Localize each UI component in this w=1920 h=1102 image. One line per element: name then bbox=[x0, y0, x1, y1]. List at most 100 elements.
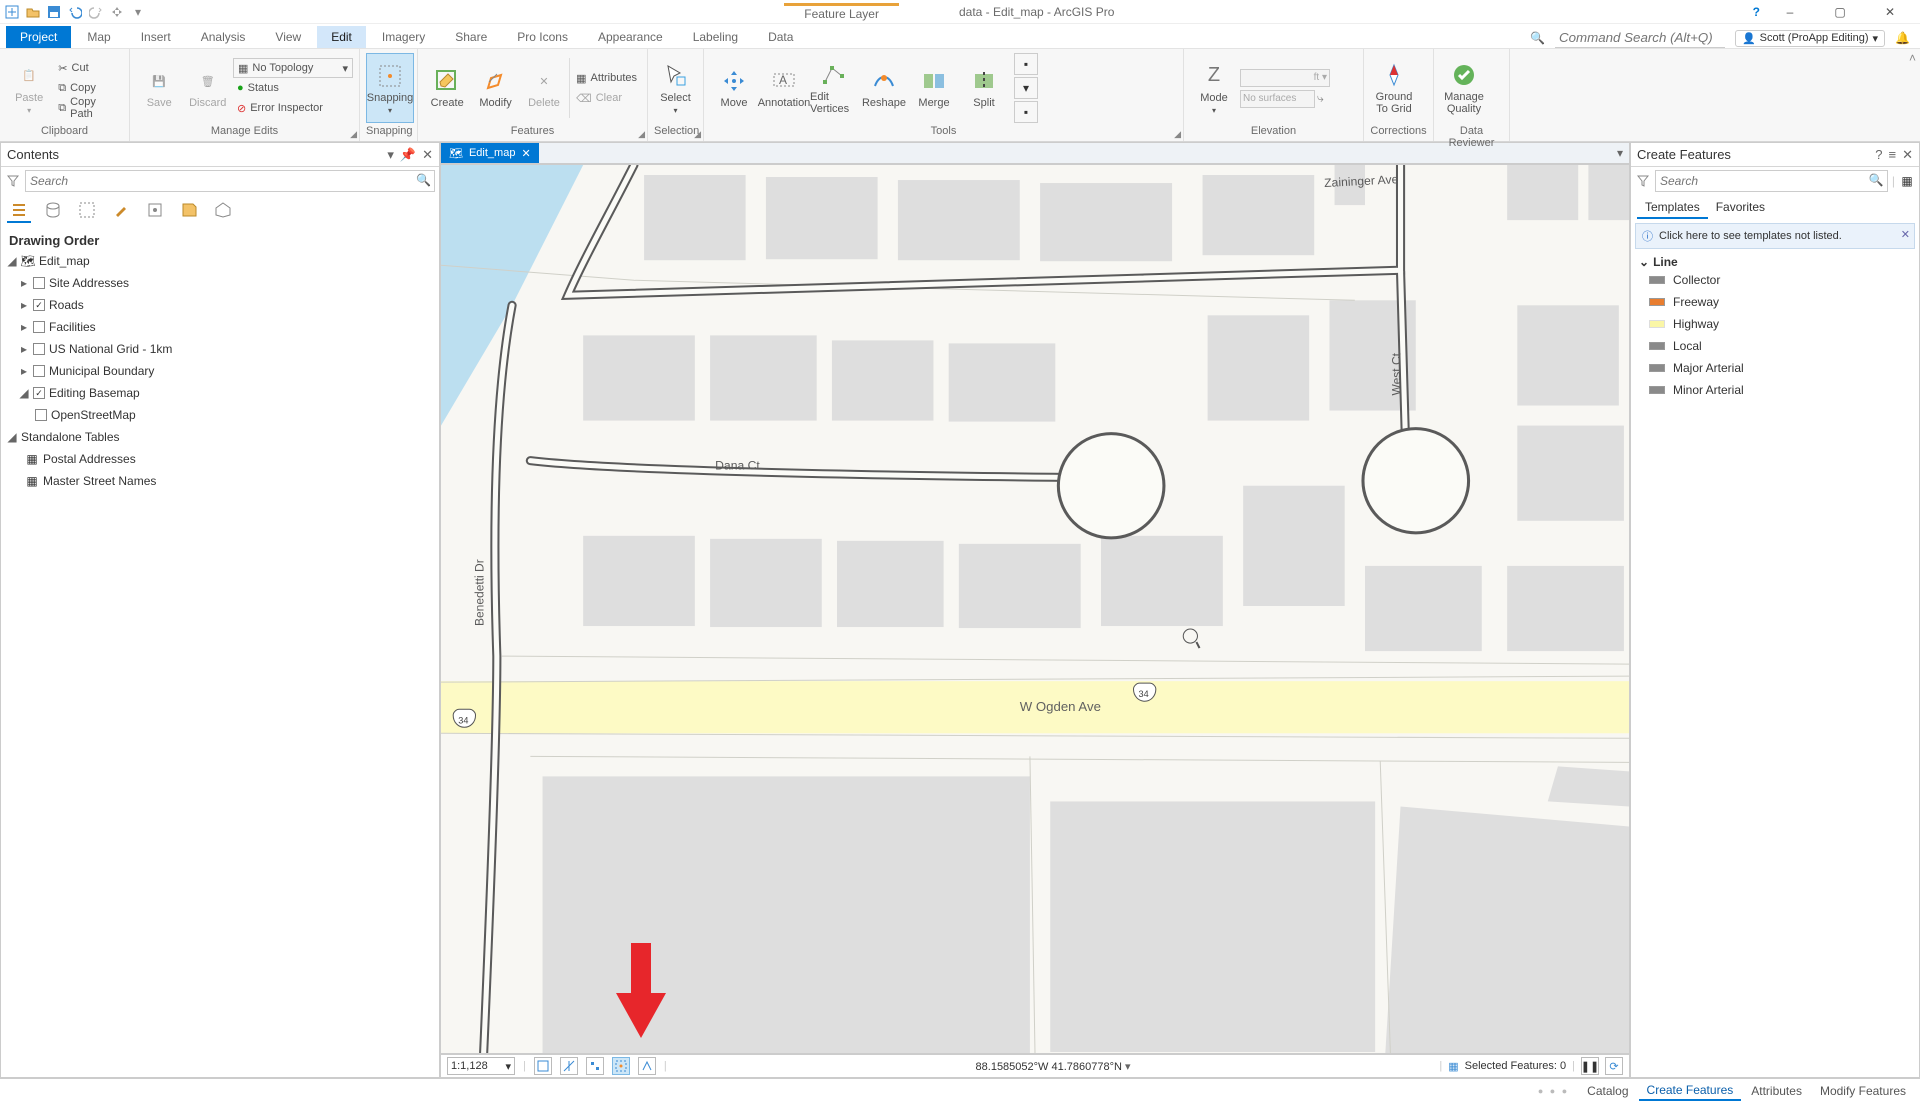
tab-project[interactable]: Project bbox=[6, 26, 71, 48]
tools-row2[interactable]: ▾ bbox=[1014, 77, 1038, 99]
get-z-icon[interactable]: ⤷ bbox=[1317, 91, 1324, 106]
template-local[interactable]: Local bbox=[1639, 335, 1911, 357]
manage-edits-launcher[interactable]: ◢ bbox=[350, 129, 357, 140]
cf-group-line[interactable]: ⌄Line bbox=[1639, 255, 1911, 269]
layer-osm[interactable]: OpenStreetMap bbox=[7, 404, 433, 426]
layer-basemap[interactable]: ◢Editing Basemap bbox=[7, 382, 433, 404]
view-menu-icon[interactable]: ▾ bbox=[1617, 146, 1629, 160]
list-by-source[interactable] bbox=[41, 199, 65, 223]
view-tab-edit-map[interactable]: 🗺 Edit_map ✕ bbox=[441, 143, 539, 163]
snap-constraint-3[interactable] bbox=[586, 1057, 604, 1075]
cf-tab-favorites[interactable]: Favorites bbox=[1708, 197, 1773, 219]
dock-tab-attributes[interactable]: Attributes bbox=[1743, 1082, 1810, 1100]
dock-tab-catalog[interactable]: Catalog bbox=[1579, 1082, 1636, 1100]
modify-features-button[interactable]: Modify bbox=[472, 53, 518, 123]
contents-dropdown[interactable]: ▾ bbox=[387, 147, 394, 163]
tools-row1[interactable]: ▪ bbox=[1014, 53, 1038, 75]
minimize-button[interactable]: – bbox=[1770, 2, 1810, 22]
attributes-button[interactable]: ▦Attributes bbox=[572, 68, 641, 88]
layer-us-grid[interactable]: ▸US National Grid - 1km bbox=[7, 338, 433, 360]
snap-constraint-1[interactable] bbox=[534, 1057, 552, 1075]
cf-info-banner[interactable]: ⓘ Click here to see templates not listed… bbox=[1635, 223, 1915, 249]
standalone-tables-node[interactable]: ◢Standalone Tables bbox=[7, 426, 433, 448]
layer-site-addresses[interactable]: ▸Site Addresses bbox=[7, 272, 433, 294]
maximize-button[interactable]: ▢ bbox=[1820, 2, 1860, 22]
snapping-status-btn[interactable] bbox=[612, 1057, 630, 1075]
notifications-icon[interactable]: 🔔 bbox=[1895, 31, 1910, 45]
filter-icon[interactable] bbox=[5, 173, 21, 189]
clear-button[interactable]: ⌫Clear bbox=[572, 88, 641, 108]
manage-quality-button[interactable]: Manage Quality bbox=[1440, 53, 1488, 123]
cf-search-go[interactable]: 🔍 bbox=[1869, 173, 1884, 187]
tools-row3[interactable]: ▪ bbox=[1014, 101, 1038, 123]
annotation-tool[interactable]: AAnnotation bbox=[760, 53, 808, 123]
error-inspector-button[interactable]: ⊘Error Inspector bbox=[233, 98, 353, 118]
edit-vertices-tool[interactable]: Edit Vertices bbox=[810, 53, 858, 123]
refresh-btn[interactable]: ⟳ bbox=[1605, 1057, 1623, 1075]
contents-close[interactable]: ✕ bbox=[422, 147, 433, 163]
dock-tab-modify[interactable]: Modify Features bbox=[1812, 1082, 1914, 1100]
close-view-tab[interactable]: ✕ bbox=[521, 147, 530, 160]
tab-view[interactable]: View bbox=[261, 26, 315, 48]
topology-dropdown[interactable]: ▦No Topology▾ bbox=[233, 58, 353, 78]
contents-autohide[interactable]: 📌 bbox=[400, 147, 416, 163]
status-button[interactable]: ●Status bbox=[233, 78, 353, 98]
split-tool[interactable]: Split bbox=[960, 53, 1008, 123]
delete-button[interactable]: ✕ Delete bbox=[521, 53, 567, 123]
customize-qat-icon[interactable]: ▾ bbox=[130, 4, 146, 20]
cf-close[interactable]: ✕ bbox=[1902, 147, 1913, 163]
cf-info-close[interactable]: ✕ bbox=[1901, 228, 1910, 241]
copy-button[interactable]: ⧉Copy bbox=[54, 78, 123, 98]
ground-to-grid-button[interactable]: Ground To Grid bbox=[1370, 53, 1418, 123]
new-project-icon[interactable] bbox=[4, 4, 20, 20]
list-by-snapping[interactable] bbox=[143, 199, 167, 223]
discard-button[interactable]: 🗑 Discard bbox=[185, 53, 232, 123]
inference-btn[interactable] bbox=[638, 1057, 656, 1075]
cut-button[interactable]: ✂Cut bbox=[54, 58, 123, 78]
selection-launcher[interactable]: ◢ bbox=[694, 129, 701, 140]
snapping-button[interactable]: Snapping ▾ bbox=[366, 53, 414, 123]
collapse-ribbon-button[interactable]: ˄ bbox=[1909, 51, 1916, 65]
close-button[interactable]: ✕ bbox=[1870, 2, 1910, 22]
layer-roads[interactable]: ▸Roads bbox=[7, 294, 433, 316]
template-freeway[interactable]: Freeway bbox=[1639, 291, 1911, 313]
template-highway[interactable]: Highway bbox=[1639, 313, 1911, 335]
tab-pro-icons[interactable]: Pro Icons bbox=[503, 26, 582, 48]
map-frame-node[interactable]: ◢🗺Edit_map bbox=[7, 250, 433, 272]
help-button[interactable]: ? bbox=[1753, 5, 1760, 19]
command-search-input[interactable] bbox=[1555, 28, 1725, 48]
search-go-icon[interactable]: 🔍 bbox=[416, 173, 431, 187]
dock-grip[interactable]: ● ● ● bbox=[1538, 1086, 1577, 1096]
cf-tab-templates[interactable]: Templates bbox=[1637, 197, 1708, 219]
cf-filter-icon[interactable] bbox=[1635, 173, 1651, 189]
layer-facilities[interactable]: ▸Facilities bbox=[7, 316, 433, 338]
snap-constraint-2[interactable] bbox=[560, 1057, 578, 1075]
redo-icon[interactable] bbox=[88, 4, 104, 20]
tab-insert[interactable]: Insert bbox=[127, 26, 185, 48]
select-button[interactable]: Select ▾ bbox=[654, 53, 697, 123]
tab-data[interactable]: Data bbox=[754, 26, 807, 48]
save-edits-button[interactable]: 💾 Save bbox=[136, 53, 183, 123]
reshape-tool[interactable]: Reshape bbox=[860, 53, 908, 123]
list-by-editing[interactable] bbox=[109, 199, 133, 223]
tab-imagery[interactable]: Imagery bbox=[368, 26, 439, 48]
tab-appearance[interactable]: Appearance bbox=[584, 26, 677, 48]
tab-analysis[interactable]: Analysis bbox=[187, 26, 260, 48]
layer-municipal[interactable]: ▸Municipal Boundary bbox=[7, 360, 433, 382]
open-project-icon[interactable] bbox=[25, 4, 41, 20]
save-icon[interactable] bbox=[46, 4, 62, 20]
tab-labeling[interactable]: Labeling bbox=[679, 26, 752, 48]
pause-drawing-btn[interactable]: ❚❚ bbox=[1581, 1057, 1599, 1075]
list-drawing-order[interactable] bbox=[7, 199, 31, 223]
tools-launcher[interactable]: ◢ bbox=[1174, 129, 1181, 140]
list-by-labeling[interactable] bbox=[177, 199, 201, 223]
mode-button[interactable]: Z Mode ▾ bbox=[1190, 53, 1238, 123]
merge-tool[interactable]: Merge bbox=[910, 53, 958, 123]
scale-combo[interactable]: 1:1,128▾ bbox=[447, 1057, 515, 1075]
explore-icon[interactable] bbox=[109, 4, 125, 20]
move-tool[interactable]: Move bbox=[710, 53, 758, 123]
cf-search-input[interactable] bbox=[1655, 170, 1888, 192]
cf-menu[interactable]: ≡ bbox=[1889, 147, 1897, 163]
tab-edit[interactable]: Edit bbox=[317, 26, 366, 48]
cf-help[interactable]: ? bbox=[1875, 147, 1882, 163]
